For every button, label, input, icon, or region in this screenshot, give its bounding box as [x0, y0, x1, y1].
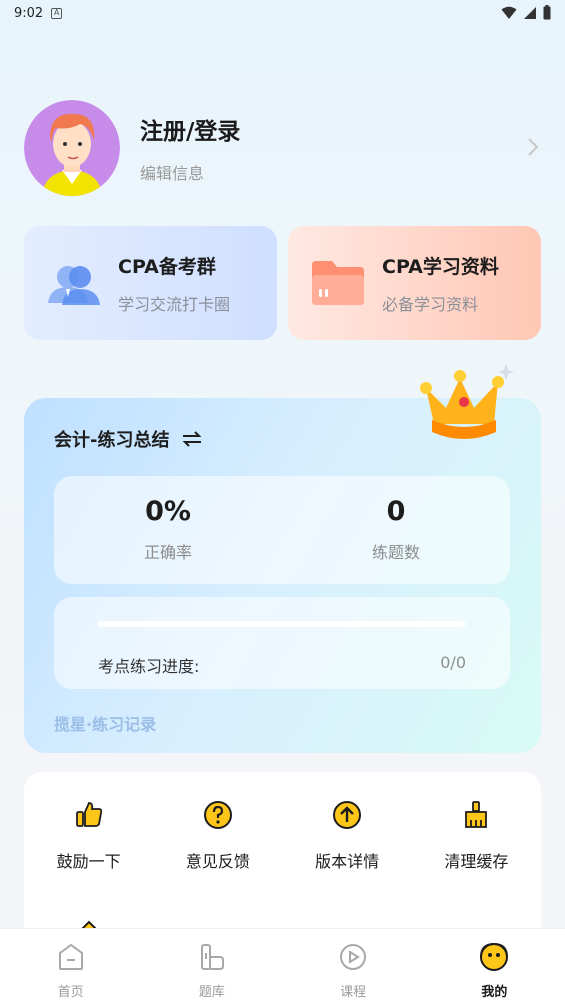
- progress-track: [98, 621, 466, 627]
- upload-arrow-icon: [333, 801, 362, 829]
- nav-course[interactable]: 课程: [283, 929, 424, 1004]
- nav-question-bank[interactable]: 题库: [141, 929, 282, 1004]
- stats-panel: 0% 正确率 0 练题数: [54, 476, 510, 584]
- study-group-subtitle: 学习交流打卡圈: [118, 294, 231, 314]
- profile-edit-info[interactable]: 编辑信息: [140, 160, 240, 184]
- study-group-card[interactable]: CPA备考群 学习交流打卡圈: [24, 226, 277, 340]
- notification-icon: A: [51, 7, 63, 19]
- nav-question-bank-label: 题库: [198, 985, 225, 1000]
- crown-icon: [420, 364, 514, 439]
- study-group-title: CPA备考群: [118, 255, 216, 278]
- profile-login-link[interactable]: 注册/登录: [140, 112, 240, 146]
- nav-mine[interactable]: 我的: [424, 929, 565, 1004]
- accuracy-stat: 0% 正确率: [54, 476, 282, 584]
- status-icons: [501, 5, 551, 20]
- thumbs-up-icon: [75, 802, 102, 827]
- progress-value: 0/0: [440, 653, 466, 672]
- study-materials-card[interactable]: CPA学习资料 必备学习资料: [288, 226, 541, 340]
- clear-cache-label: 清理缓存: [444, 852, 509, 871]
- progress-panel: 考点练习进度: 0/0: [54, 597, 510, 689]
- question-bank-icon: [200, 944, 224, 970]
- summary-title-text: 会计-练习总结: [54, 430, 170, 451]
- status-bar: 9:02 A: [0, 0, 565, 26]
- feedback-button[interactable]: 意见反馈: [153, 800, 282, 872]
- practice-summary-card: 会计-练习总结 0% 正确率 0 练题数 考点练习进度: 0/0 揽星·练习记录: [24, 364, 541, 753]
- chevron-right-icon[interactable]: [522, 134, 544, 160]
- question-count-stat: 0 练题数: [282, 476, 510, 584]
- study-materials-title: CPA学习资料: [382, 255, 499, 278]
- swap-icon[interactable]: [181, 430, 203, 448]
- course-play-icon: [340, 944, 367, 970]
- practice-record-link[interactable]: 揽星·练习记录: [54, 711, 156, 735]
- nav-course-label: 课程: [340, 985, 367, 1000]
- question-count-label: 练题数: [371, 543, 420, 562]
- nav-mine-label: 我的: [481, 985, 508, 1000]
- battery-icon: [543, 5, 551, 20]
- folder-icon: [312, 261, 364, 305]
- avatar[interactable]: [24, 100, 120, 196]
- profile-header[interactable]: 注册/登录 编辑信息: [24, 100, 544, 196]
- broom-icon: [465, 801, 488, 828]
- profile-face-icon: [480, 942, 509, 971]
- home-icon: [58, 943, 83, 970]
- question-count-value: 0: [386, 496, 406, 527]
- question-icon: [203, 801, 232, 829]
- group-icon: [48, 266, 100, 305]
- feedback-label: 意见反馈: [185, 852, 250, 871]
- study-materials-subtitle: 必备学习资料: [382, 294, 479, 314]
- progress-label: 考点练习进度:: [98, 657, 200, 676]
- accuracy-value: 0%: [145, 496, 191, 527]
- wifi-icon: [501, 6, 517, 19]
- encourage-label: 鼓励一下: [56, 852, 121, 871]
- status-time: 9:02: [14, 5, 44, 21]
- nav-home[interactable]: 首页: [0, 929, 141, 1004]
- nav-home-label: 首页: [57, 985, 84, 1000]
- version-label: 版本详情: [315, 852, 380, 871]
- bottom-nav: 首页 题库 课程 我的: [0, 928, 565, 1004]
- clear-cache-button[interactable]: 清理缓存: [412, 800, 541, 872]
- promo-cards: CPA备考群 学习交流打卡圈 CPA学习资料 必备学习资料: [24, 226, 541, 340]
- summary-title[interactable]: 会计-练习总结: [54, 426, 203, 452]
- accuracy-label: 正确率: [143, 543, 192, 562]
- signal-icon: [524, 6, 536, 19]
- version-button[interactable]: 版本详情: [283, 800, 412, 872]
- encourage-button[interactable]: 鼓励一下: [24, 800, 153, 872]
